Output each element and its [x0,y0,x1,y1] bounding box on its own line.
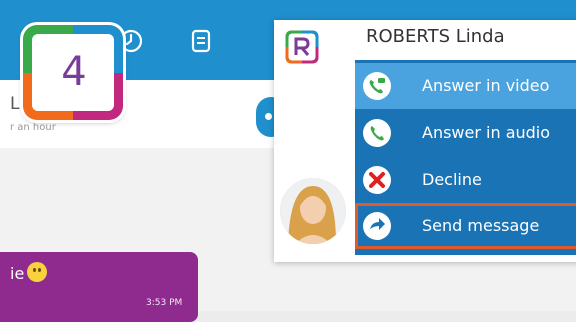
answer-video-label: Answer in video [422,76,550,95]
answer-video-button[interactable]: Answer in video [355,63,576,109]
send-message-label: Send message [422,216,540,235]
app-badge: 4 [23,25,123,120]
decline-button[interactable]: Decline [355,157,576,203]
caller-avatar [280,178,346,244]
decline-label: Decline [422,170,482,189]
arrow-reply-icon [363,212,391,240]
message-time: 3:53 PM [146,298,183,308]
caller-name: ROBERTS Linda [366,26,505,47]
smiley-emoji-icon [27,262,48,282]
message-text-content: ie [10,264,25,283]
video-call-icon [363,72,391,100]
close-icon [363,166,391,194]
document-icon[interactable] [188,28,214,54]
phone-icon [363,119,391,147]
send-message-button[interactable]: Send message [355,203,576,249]
answer-audio-button[interactable]: Answer in audio [355,110,576,156]
last-seen-status: r an hour [10,122,56,133]
message-text: ie [10,262,48,283]
app-logo-icon [285,30,319,64]
contact-name: L [10,94,20,114]
answer-audio-label: Answer in audio [422,123,551,142]
dot-icon [265,113,272,120]
badge-number: 4 [61,49,87,95]
